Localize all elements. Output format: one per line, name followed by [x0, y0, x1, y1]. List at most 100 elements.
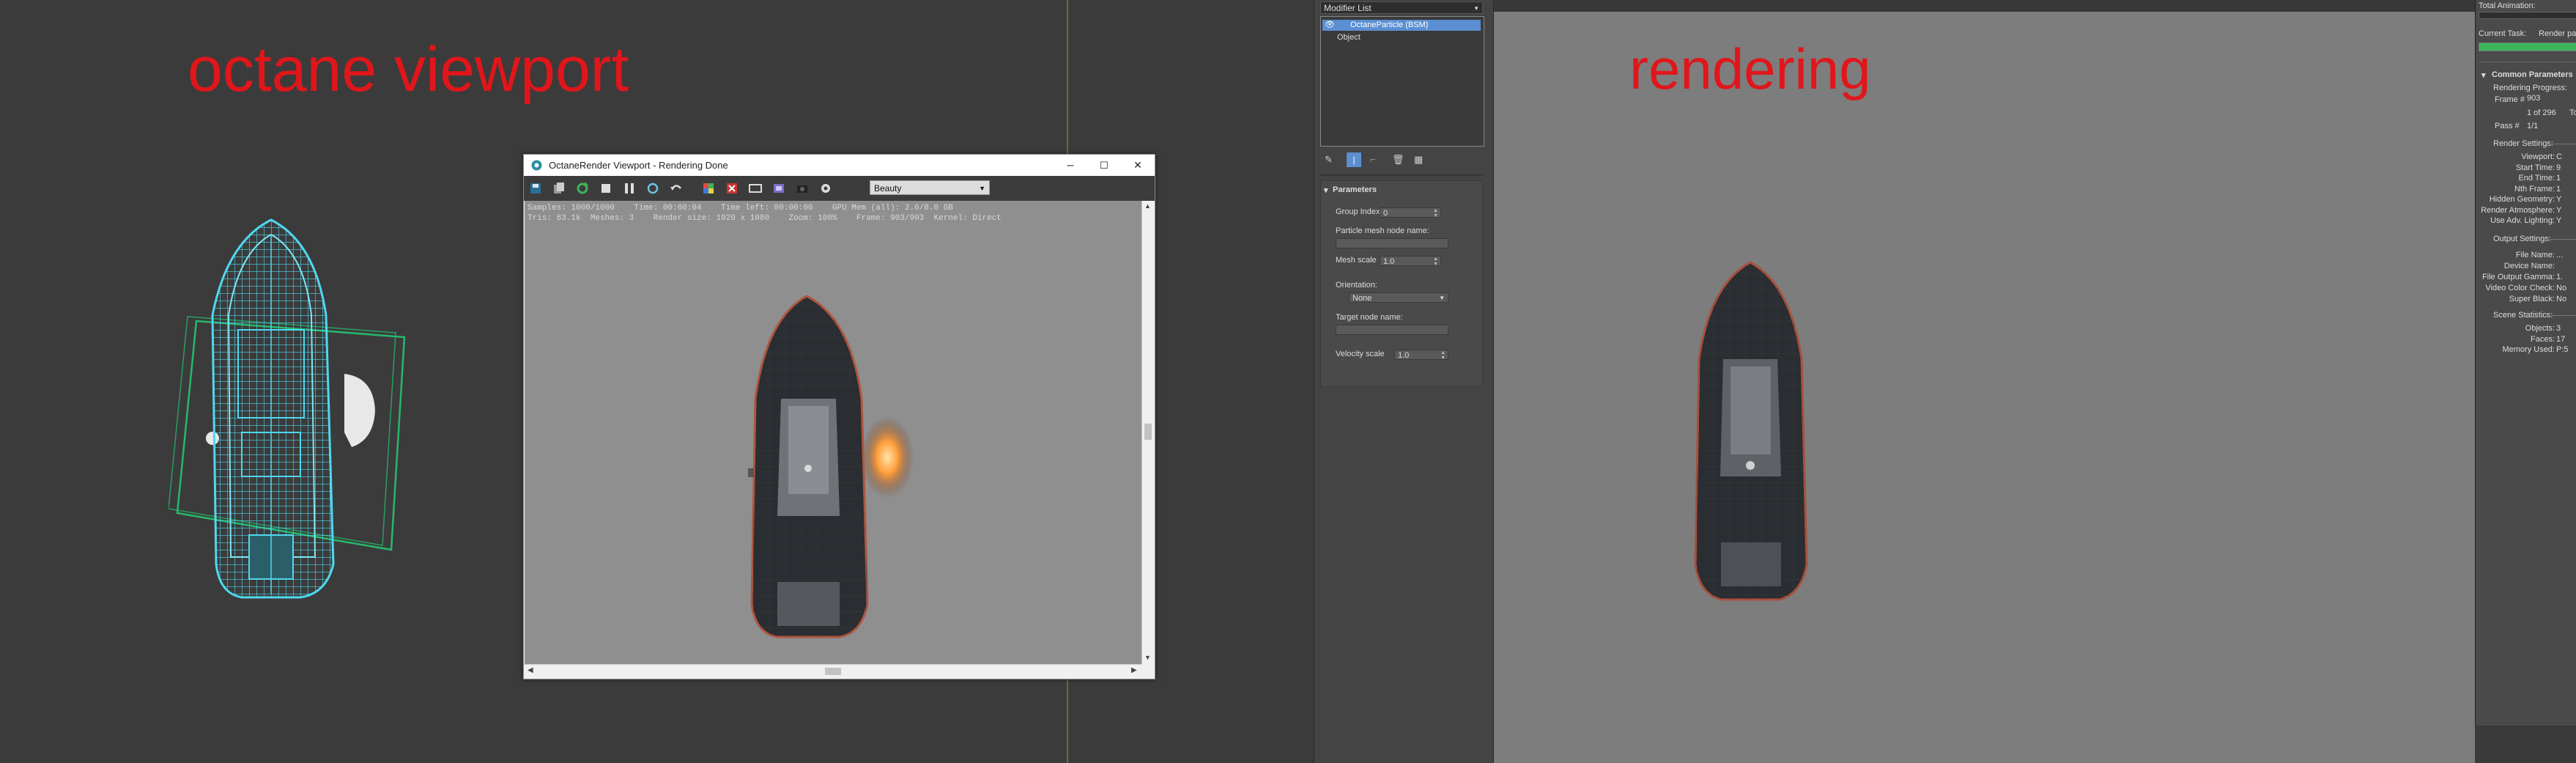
octane-3d-viewport[interactable]: octane viewport OctaneRender Viewport - … [0, 0, 1314, 763]
spinner-arrows-icon[interactable]: ▲ ▼ [1433, 208, 1438, 218]
stop-render-icon[interactable] [599, 181, 613, 196]
scroll-right-icon[interactable]: ▶ [1131, 666, 1137, 674]
modifier-stack[interactable]: 👁 OctaneParticle (BSM) Object [1320, 16, 1484, 147]
rendered-boat-octane [748, 295, 913, 638]
octane-viewport-window[interactable]: OctaneRender Viewport - Rendering Done –… [523, 154, 1155, 679]
rollout-title[interactable]: Parameters [1333, 185, 1377, 194]
spinner-arrows-icon[interactable]: ▲ ▼ [1433, 257, 1438, 267]
copy-icon[interactable] [552, 181, 566, 196]
settings-gear-icon[interactable] [818, 181, 833, 196]
rollout-collapse-icon[interactable]: ▾ [1324, 185, 1328, 195]
output-settings-label: Output Settings: [2493, 235, 2551, 243]
scroll-up-icon[interactable]: ▲ [1144, 202, 1151, 210]
frame-count: 1 of 296 [2527, 108, 2556, 117]
setting-label: File Output Gamma: [2481, 273, 2555, 281]
parameters-rollout: ▾ Parameters Group Index 0 ▲ ▼ Particle m… [1320, 180, 1483, 387]
vertical-scroll-thumb[interactable] [1144, 424, 1152, 440]
setting-value: Y [2556, 195, 2562, 204]
restart-render-icon[interactable] [575, 181, 590, 196]
frame-total-label: To [2569, 108, 2576, 117]
frame-value: 903 [2527, 94, 2541, 103]
setting-label: Hidden Geometry: [2489, 195, 2555, 204]
horizontal-scroll-thumb[interactable] [825, 668, 841, 675]
scroll-left-icon[interactable]: ◀ [528, 666, 533, 674]
setting-value: 1 [2556, 184, 2561, 193]
pause-render-icon[interactable] [622, 181, 637, 196]
scroll-down-icon[interactable]: ▼ [1144, 654, 1151, 661]
rollout-collapse-icon[interactable]: ▾ [2481, 70, 2486, 80]
save-image-icon[interactable] [528, 181, 543, 196]
octane-render-image[interactable]: Samples: 1000/1000 Time: 00:00:04 Time l… [525, 201, 1141, 664]
group-rule [2546, 315, 2576, 316]
velocity-scale-value: 1.0 [1398, 351, 1410, 360]
setting-label: File Name: [2515, 251, 2555, 259]
group-index-label: Group Index [1336, 207, 1380, 216]
stack-item-octaneparticle[interactable]: 👁 OctaneParticle (BSM) [1322, 20, 1481, 31]
orientation-label: Orientation: [1336, 281, 1377, 290]
show-end-result-icon[interactable]: | [1347, 152, 1361, 167]
orientation-dropdown[interactable]: None ▼ [1349, 292, 1448, 303]
scene-statistics-label: Scene Statistics: [2493, 311, 2553, 320]
setting-label: Render Atmosphere: [2481, 205, 2555, 215]
current-task-value: Render pass [2539, 29, 2576, 38]
film-settings-icon[interactable] [771, 181, 786, 196]
make-unique-icon[interactable]: ⌐ [1370, 154, 1376, 165]
window-titlebar[interactable]: OctaneRender Viewport - Rendering Done –… [524, 155, 1155, 176]
horizontal-scrollbar[interactable]: ◀ ▶ [525, 664, 1141, 679]
total-animation-progress [2479, 12, 2576, 19]
annotation-octane-viewport: octane viewport [188, 34, 629, 105]
close-button[interactable]: ✕ [1121, 155, 1155, 176]
particle-mesh-label: Particle mesh node name: [1336, 226, 1429, 235]
setting-value: No [2556, 295, 2567, 303]
setting-label: Viewport: [2521, 152, 2555, 161]
wireframe-boat[interactable] [169, 213, 418, 623]
setting-label: Faces: [2530, 334, 2555, 344]
frame-label: Frame # [2495, 95, 2525, 104]
stack-item-object[interactable]: Object [1322, 32, 1481, 43]
undo-icon[interactable] [669, 181, 684, 196]
setting-label: Nth Frame: [2514, 184, 2555, 193]
render-mode-value: Beauty [874, 183, 902, 193]
modifier-list-dropdown[interactable]: Modifier List ▼ [1320, 1, 1483, 14]
render-progress-panel: Total Animation: Current Task: Render pa… [2475, 0, 2576, 763]
common-params-title[interactable]: Common Parameters [2492, 70, 2573, 79]
configure-sets-icon[interactable]: ▦ [1414, 154, 1423, 166]
target-node-input[interactable] [1336, 325, 1448, 335]
setting-value: 1. [2556, 273, 2564, 281]
setting-label: Start Time: [2515, 163, 2555, 172]
chevron-down-icon: ▼ [979, 185, 985, 192]
maximize-button[interactable]: ☐ [1087, 155, 1121, 176]
setting-label: Video Color Check: [2485, 284, 2555, 292]
current-task-label: Current Task: [2479, 29, 2527, 38]
setting-value: P:5 [2556, 345, 2569, 354]
region-render-icon[interactable] [748, 181, 763, 196]
camera-icon[interactable] [795, 181, 810, 196]
remove-modifier-icon[interactable]: 🗑 [1392, 154, 1404, 166]
stats-line-2: Tris: 63.1k Meshes: 3 Render size: 1920 … [528, 214, 1002, 223]
spinner-arrows-icon[interactable]: ▲ ▼ [1440, 350, 1446, 361]
particle-mesh-node-input[interactable] [1336, 238, 1448, 248]
color-picker-icon[interactable] [701, 181, 716, 196]
octane-toolbar: Beauty ▼ [524, 176, 1155, 201]
particle-mesh [344, 374, 375, 447]
setting-label: End Time: [2518, 174, 2555, 183]
minimize-button[interactable]: – [1054, 155, 1087, 176]
group-rule [2546, 239, 2576, 240]
vertical-scrollbar[interactable]: ▲ ▼ [1141, 201, 1155, 664]
stack-item-label: OctaneParticle (BSM) [1350, 21, 1429, 29]
pin-stack-icon[interactable]: ✎ [1325, 154, 1333, 166]
setting-value: ... [2556, 251, 2564, 259]
annotation-rendering: rendering [1629, 37, 1871, 101]
refresh-icon[interactable] [645, 181, 660, 196]
render-mode-dropdown[interactable]: Beauty ▼ [870, 180, 990, 195]
setting-label: Objects: [2525, 324, 2555, 333]
velocity-scale-spinner[interactable]: 1.0 ▲ ▼ [1394, 350, 1448, 361]
eye-icon[interactable]: 👁 [1325, 20, 1335, 31]
clear-icon[interactable] [725, 181, 739, 196]
setting-value: 9 [2556, 163, 2561, 172]
group-index-spinner[interactable]: 0 ▲ ▼ [1380, 207, 1441, 218]
current-task-progress [2479, 43, 2576, 51]
mesh-scale-spinner[interactable]: 1.0 ▲ ▼ [1380, 256, 1441, 267]
render-progress-body: Total Animation: Current Task: Render pa… [2475, 0, 2576, 726]
chevron-down-icon: ▼ [1439, 295, 1445, 301]
